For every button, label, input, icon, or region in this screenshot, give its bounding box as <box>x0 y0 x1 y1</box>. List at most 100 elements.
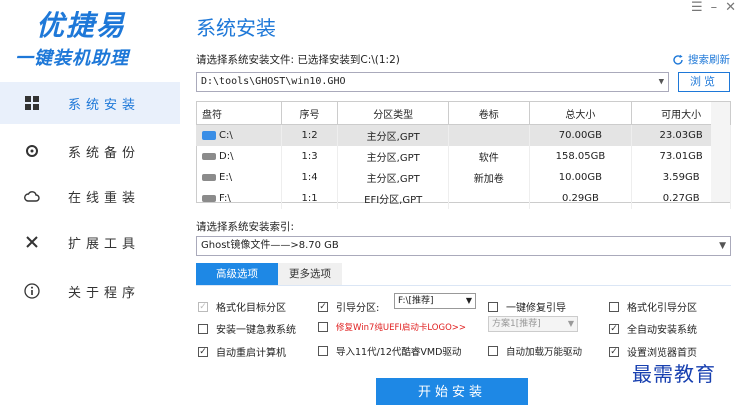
partition-table: 盘符 序号 分区类型 卷标 总大小 可用大小 C:\ 1:2 主分区,GPT 7… <box>196 102 731 209</box>
total-cell: 158.05GB <box>529 146 633 167</box>
option-label: 一键修复引导 <box>506 303 566 314</box>
universal-driver-option[interactable]: 自动加载万能驱动 <box>488 344 582 358</box>
label-cell <box>448 188 530 209</box>
install-index-select[interactable]: Ghost镜像文件——>8.70 GB ▼ <box>196 236 731 256</box>
universal-driver-checkbox[interactable] <box>488 346 498 356</box>
column-header: 盘符 <box>196 102 282 125</box>
index-cell: 1:1 <box>281 188 339 209</box>
vmd-driver-checkbox[interactable] <box>318 346 328 356</box>
auto-install-option[interactable]: ✓ 全自动安装系统 <box>609 321 697 336</box>
option-label: 格式化目标分区 <box>216 303 286 314</box>
rescue-system-checkbox[interactable] <box>198 323 208 334</box>
sidebar-item-system-backup[interactable]: 系统备份 <box>0 130 180 172</box>
format-boot-option[interactable]: 格式化引导分区 <box>609 299 697 314</box>
repair-boot-checkbox[interactable] <box>488 301 498 312</box>
total-cell: 10.00GB <box>529 167 633 188</box>
main-panel: 系统安装 请选择系统安装文件: 已选择安装到C:\(1:2) 搜索刷新 D:\t… <box>196 0 752 405</box>
table-row[interactable]: E:\ 1:4 主分区,GPT 新加卷 10.00GB 3.59GB <box>196 167 731 188</box>
option-label: 修复Win7纯UEFI启动卡LOGO>> <box>336 323 467 333</box>
format-boot-checkbox[interactable] <box>609 301 619 312</box>
column-header: 分区类型 <box>337 102 449 125</box>
start-install-button[interactable]: 开始安装 <box>376 378 528 405</box>
sidebar: 优捷易 一键装机助理 系统安装 系统备份 在线重装 扩展工具 关于程序 <box>0 0 180 405</box>
boot-partition-value: F:\[推荐] <box>398 296 434 306</box>
type-cell: EFI分区,GPT <box>337 188 449 209</box>
browser-home-option[interactable]: ✓ 设置浏览器首页 <box>609 344 697 359</box>
auto-restart-checkbox[interactable]: ✓ <box>198 346 208 357</box>
drive-letter: E:\ <box>219 172 233 183</box>
total-cell: 0.29GB <box>529 188 633 209</box>
sidebar-item-label: 关于程序 <box>68 285 141 301</box>
watermark-text: 最需教育 <box>632 362 716 386</box>
table-row[interactable]: C:\ 1:2 主分区,GPT 70.00GB 23.03GB <box>196 124 731 146</box>
drive-cell: C:\ <box>196 124 282 146</box>
table-row[interactable]: F:\ 1:1 EFI分区,GPT 0.29GB 0.27GB <box>196 188 731 209</box>
rescue-system-option[interactable]: 安装一键急救系统 <box>198 321 296 336</box>
boot-partition-option[interactable]: ✓ 引导分区: <box>318 299 379 314</box>
drive-cell: F:\ <box>196 188 282 209</box>
repair-boot-option[interactable]: 一键修复引导 <box>488 299 566 314</box>
fix-uefi-logo-checkbox[interactable] <box>318 322 328 332</box>
tab-divider <box>196 285 731 286</box>
refresh-button[interactable]: 搜索刷新 <box>672 52 730 67</box>
vmd-driver-option[interactable]: 导入11代/12代酷睿VMD驱动 <box>318 344 461 358</box>
option-label: 引导分区: <box>336 303 380 314</box>
sidebar-item-extension-tools[interactable]: 扩展工具 <box>0 221 180 263</box>
type-cell: 主分区,GPT <box>337 146 449 167</box>
drive-letter: F:\ <box>219 193 231 204</box>
drive-letter: D:\ <box>219 151 234 162</box>
boot-partition-select[interactable]: F:\[推荐] ▼ <box>394 293 476 309</box>
backup-icon <box>24 143 40 159</box>
sidebar-item-about[interactable]: 关于程序 <box>0 270 180 312</box>
browser-home-checkbox[interactable]: ✓ <box>609 346 619 357</box>
chevron-down-icon: ▼ <box>567 319 574 328</box>
boot-partition-checkbox[interactable]: ✓ <box>318 301 328 312</box>
label-cell: 软件 <box>448 146 530 167</box>
tab-more-options[interactable]: 更多选项 <box>278 263 342 285</box>
browse-button[interactable]: 浏览 <box>678 72 730 92</box>
drive-icon <box>202 173 216 181</box>
sidebar-item-label: 系统安装 <box>68 97 141 113</box>
system-drive-icon <box>202 130 216 140</box>
fix-uefi-scheme-select[interactable]: 方案1[推荐] ▼ <box>488 316 578 332</box>
sidebar-item-label: 扩展工具 <box>68 236 141 252</box>
brand-logo-name: 优捷易 <box>36 9 127 42</box>
brand-logo-tagline: 一键装机助理 <box>15 48 129 69</box>
type-cell: 主分区,GPT <box>337 124 449 146</box>
table-scrollbar[interactable] <box>711 102 730 202</box>
sidebar-item-system-install[interactable]: 系统安装 <box>0 82 180 124</box>
column-header: 总大小 <box>529 102 633 125</box>
tools-icon <box>24 234 40 250</box>
sidebar-item-online-reinstall[interactable]: 在线重装 <box>0 175 180 217</box>
fix-uefi-scheme-value: 方案1[推荐] <box>492 319 541 329</box>
install-file-value: D:\tools\GHOST\win10.GHO <box>201 76 346 87</box>
auto-install-checkbox[interactable]: ✓ <box>609 323 619 334</box>
option-label: 自动重启计算机 <box>216 348 286 359</box>
tab-advanced-options[interactable]: 高级选项 <box>196 263 278 285</box>
table-header-row: 盘符 序号 分区类型 卷标 总大小 可用大小 <box>196 102 731 125</box>
table-row[interactable]: D:\ 1:3 主分区,GPT 软件 158.05GB 73.01GB <box>196 146 731 167</box>
index-cell: 1:2 <box>281 124 339 146</box>
option-label: 安装一键急救系统 <box>216 325 296 336</box>
column-header: 卷标 <box>448 102 530 125</box>
drive-icon <box>202 152 216 160</box>
refresh-label: 搜索刷新 <box>688 54 730 66</box>
option-label: 格式化引导分区 <box>627 303 697 314</box>
column-header: 序号 <box>281 102 339 125</box>
format-target-option[interactable]: ✓ 格式化目标分区 <box>198 299 286 314</box>
drive-cell: E:\ <box>196 167 282 188</box>
install-file-label: 请选择系统安装文件: 已选择安装到C:\(1:2) <box>196 54 400 66</box>
format-target-checkbox[interactable]: ✓ <box>198 301 208 312</box>
index-cell: 1:4 <box>281 167 339 188</box>
install-file-select[interactable]: D:\tools\GHOST\win10.GHO ▼ <box>196 72 669 92</box>
windows-icon <box>24 95 40 111</box>
chevron-down-icon: ▼ <box>719 241 726 251</box>
option-label: 设置浏览器首页 <box>627 348 697 359</box>
label-cell: 新加卷 <box>448 167 530 188</box>
option-label: 全自动安装系统 <box>627 325 697 336</box>
fix-uefi-logo-option[interactable]: 修复Win7纯UEFI启动卡LOGO>> <box>318 321 466 333</box>
index-cell: 1:3 <box>281 146 339 167</box>
refresh-icon <box>673 54 683 65</box>
auto-restart-option[interactable]: ✓ 自动重启计算机 <box>198 344 286 359</box>
info-icon <box>24 283 40 299</box>
